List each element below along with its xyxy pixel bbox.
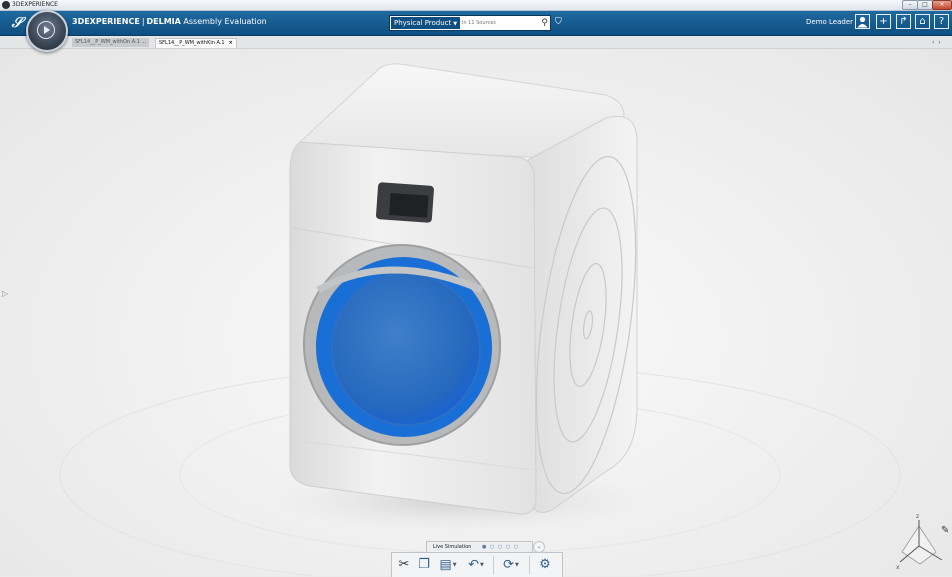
paste-icon: ▤ (439, 557, 452, 573)
undo-button[interactable]: ↶▼ (463, 556, 489, 574)
help-icon[interactable]: ? (934, 14, 949, 29)
axis-triad[interactable]: z x (890, 512, 948, 574)
tab-label: SFL14__P_WM_withOn A.1 ... (75, 39, 147, 45)
chevron-down-icon[interactable]: ▼ (480, 562, 484, 568)
share-icon[interactable]: ↱ (896, 14, 911, 29)
undo-icon: ↶ (468, 557, 480, 573)
title-separator: | (141, 17, 145, 26)
os-title-bar: 3DEXPERIENCE – □ × (0, 0, 952, 11)
close-window-button[interactable]: × (932, 0, 952, 10)
document-tab-strip: SFL14__P_WM_withOn A.1 ... SFL14__P_WM_w… (0, 36, 952, 49)
os-window-title: 3DEXPERIENCE (12, 1, 58, 8)
tab-label: SFL14__P_WM_withKin A.1 (159, 40, 225, 46)
robot-icon[interactable]: ⚙ (533, 556, 557, 574)
close-tab-icon[interactable]: × (229, 40, 233, 46)
compass-play-icon[interactable] (37, 21, 55, 39)
tab-document-1[interactable]: SFL14__P_WM_withOn A.1 ... (72, 38, 150, 47)
simulation-label: Live Simulation (433, 544, 472, 550)
app-name: Assembly Evaluation (183, 17, 267, 26)
compass-icon[interactable] (26, 10, 68, 52)
machine-side (527, 115, 638, 513)
maximize-button[interactable]: □ (917, 0, 933, 10)
tab-scroll-arrows[interactable]: ‹ › (932, 39, 942, 46)
chevron-down-icon[interactable]: ▼ (453, 562, 457, 568)
app-icon (2, 1, 10, 9)
search-filter-dropdown[interactable]: Physical Product ▼ (391, 17, 461, 29)
section-pager-dots[interactable]: ● ○ ○ ○ ○ (482, 543, 519, 551)
search-icon[interactable]: ⚲ (541, 17, 548, 29)
app-top-bar: 𝒮 3DEXPERIENCE | DELMIA Assembly Evaluatio… (0, 10, 952, 52)
copy-icon[interactable]: ❐ (415, 556, 433, 574)
simulation-button[interactable]: ⟳▼ (497, 556, 525, 574)
z-axis-label: z (916, 513, 919, 520)
pen-icon[interactable]: ✎ (941, 525, 949, 536)
app-title: 3DEXPERIENCE | DELMIA Assembly Evaluation (72, 16, 267, 28)
display-screen (389, 192, 429, 218)
product-name: DELMIA (146, 17, 181, 26)
minimize-button[interactable]: – (902, 0, 918, 10)
dassault-logo-icon[interactable]: 𝒮 (6, 13, 28, 33)
user-name[interactable]: Demo Leader (806, 16, 853, 28)
person-icon (857, 16, 868, 28)
simulation-icon: ⟳ (503, 557, 515, 573)
search-filter-label: Physical Product (394, 19, 452, 27)
tab-document-2[interactable]: SFL14__P_WM_withKin A.1 × (155, 38, 237, 48)
3d-viewport[interactable]: ▷ z x (0, 49, 952, 576)
search-input[interactable] (462, 17, 526, 29)
search-box: Physical Product▼ ⚲ (389, 15, 551, 31)
avatar-icon[interactable] (855, 14, 870, 29)
add-icon[interactable]: + (876, 14, 891, 29)
brand-name: 3DEXPERIENCE (72, 17, 140, 26)
chevron-down-icon[interactable]: ▼ (515, 562, 519, 568)
toolbar-divider (529, 556, 530, 574)
tag-icon[interactable]: ⛉ (555, 16, 562, 28)
paste-button[interactable]: ▤▼ (435, 556, 461, 574)
chevron-down-icon: ▼ (453, 21, 458, 27)
cut-icon[interactable]: ✂ (395, 556, 413, 574)
toolbar-divider (493, 556, 494, 574)
action-bar: ✂ ❐ ▤▼ ↶▼ ⟳▼ ⚙ (391, 552, 563, 577)
washing-machine-model[interactable] (0, 49, 952, 576)
x-axis-label: x (896, 564, 900, 571)
home-icon[interactable]: ⌂ (915, 14, 930, 29)
